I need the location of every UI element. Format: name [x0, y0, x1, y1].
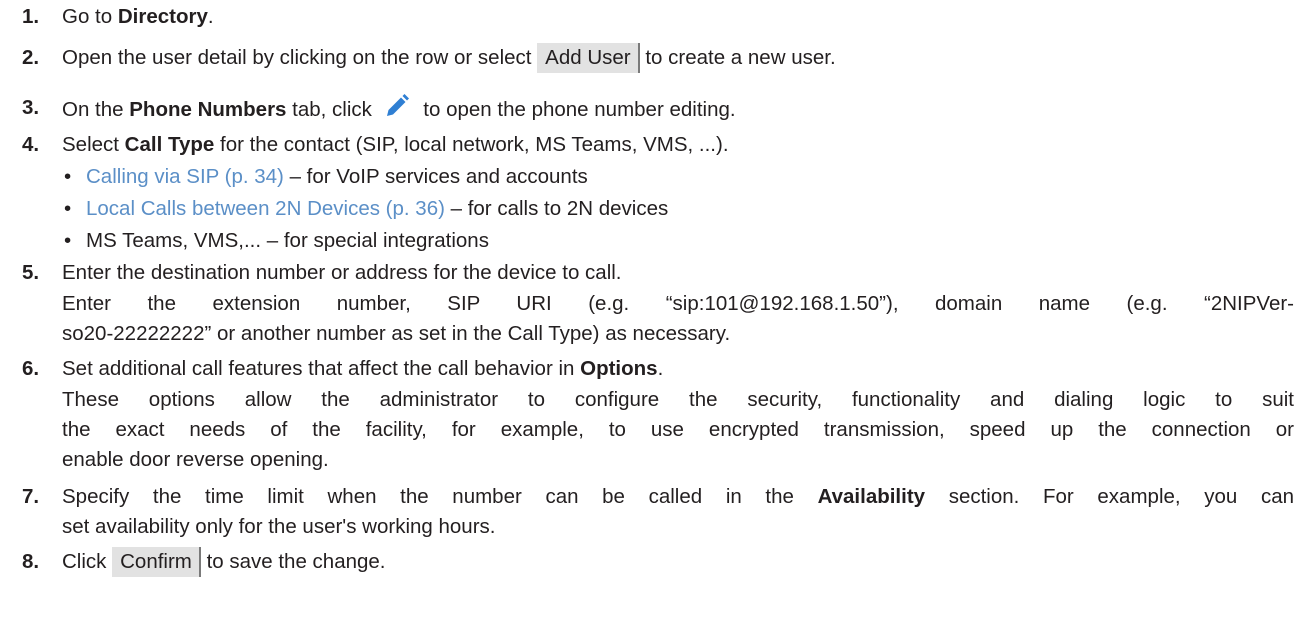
step-text: Open the user detail by clicking on the …	[62, 43, 836, 73]
pencil-edit-icon[interactable]	[384, 93, 410, 119]
paragraph-line: Specify the time limit when the number c…	[62, 485, 1294, 508]
step-text: Set additional call features that affect…	[62, 357, 664, 380]
field-reference-call-type: Call Type	[124, 133, 215, 156]
step-number: 8.	[22, 550, 40, 573]
step-number: 2.	[22, 46, 40, 69]
step-number: 7.	[22, 485, 40, 508]
menu-reference-directory: Directory	[117, 5, 208, 28]
step-number: 6.	[22, 357, 40, 380]
step-text: Enter the destination number or address …	[62, 261, 622, 284]
calling-via-sip-link[interactable]: Calling via SIP (p. 34)	[86, 165, 284, 188]
paragraph-line: the exact needs of the facility, for exa…	[62, 418, 1294, 441]
step-number: 4.	[22, 133, 40, 156]
section-reference-options: Options	[580, 357, 658, 380]
paragraph-line: Enter the extension number, SIP URI (e.g…	[62, 292, 1294, 315]
step-number: 1.	[22, 5, 40, 28]
step-text: Select Call Type for the contact (SIP, l…	[62, 133, 729, 156]
bullet-glyph: •	[64, 165, 72, 188]
tab-reference-phone-numbers: Phone Numbers	[129, 98, 287, 121]
step-number: 5.	[22, 261, 40, 284]
paragraph-line: enable door reverse opening.	[62, 448, 329, 471]
step-text: Click Confirm to save the change.	[62, 547, 386, 577]
paragraph-line: set availability only for the user's wor…	[62, 515, 496, 538]
step-7-text: Specify the time limit when the number c…	[62, 482, 1294, 542]
paragraph-line: so20-22222222” or another number as set …	[62, 322, 731, 345]
list-item-text: MS Teams, VMS,... – for special integrat…	[86, 229, 489, 252]
instructions-page: { "steps": [ {"num": "1.", "pre": "Go to…	[0, 0, 1306, 624]
step-text: Go to Directory.	[62, 5, 214, 28]
step-5-detail: Enter the extension number, SIP URI (e.g…	[62, 289, 1294, 349]
bullet-glyph: •	[64, 229, 72, 252]
step-text: On the Phone Numbers tab, click to open …	[62, 93, 736, 125]
section-reference-availability: Availability	[817, 485, 926, 508]
list-item-text: – for VoIP services and accounts	[283, 165, 588, 188]
list-item-text: – for calls to 2N devices	[444, 197, 669, 220]
local-calls-link[interactable]: Local Calls between 2N Devices (p. 36)	[86, 197, 445, 220]
confirm-button[interactable]: Confirm	[112, 547, 201, 577]
step-number: 3.	[22, 96, 40, 119]
add-user-button[interactable]: Add User	[537, 43, 640, 73]
bullet-glyph: •	[64, 197, 72, 220]
paragraph-line: These options allow the administrator to…	[62, 388, 1294, 411]
step-6-detail: These options allow the administrator to…	[62, 385, 1294, 475]
